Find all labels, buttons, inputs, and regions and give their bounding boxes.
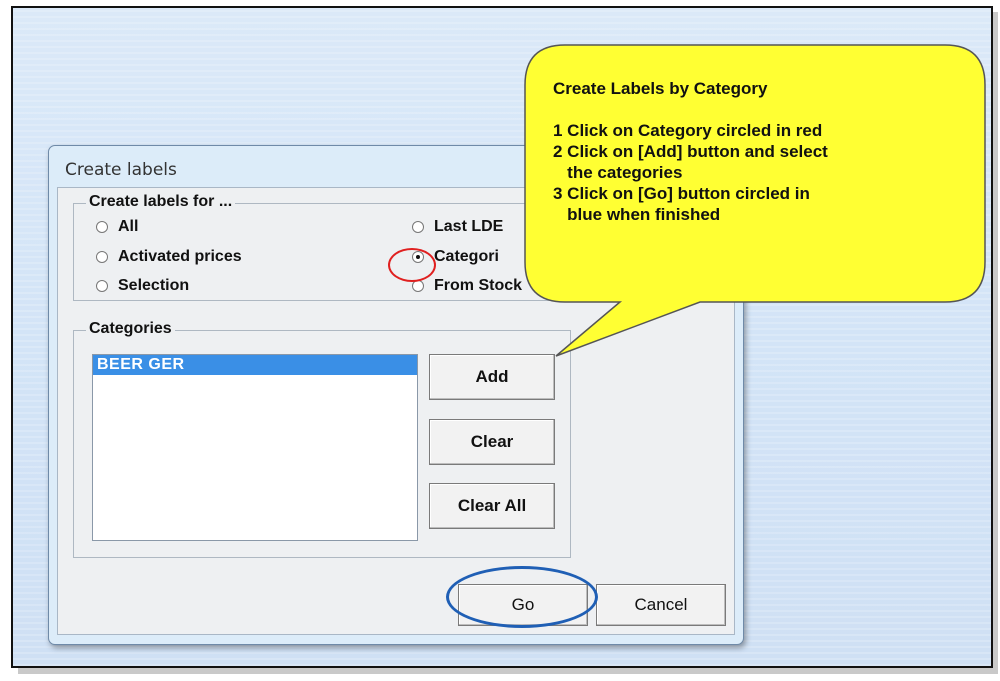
callout-step-2: 2 Click on [Add] button and select the c… [553, 142, 828, 182]
callout-step-1: 1 Click on Category circled in red [553, 121, 823, 140]
callout-title: Create Labels by Category [553, 79, 768, 98]
callout-step-3: 3 Click on [Go] button circled in blue w… [553, 184, 810, 224]
callout-text: Create Labels by Category 1 Click on Cat… [553, 78, 953, 225]
